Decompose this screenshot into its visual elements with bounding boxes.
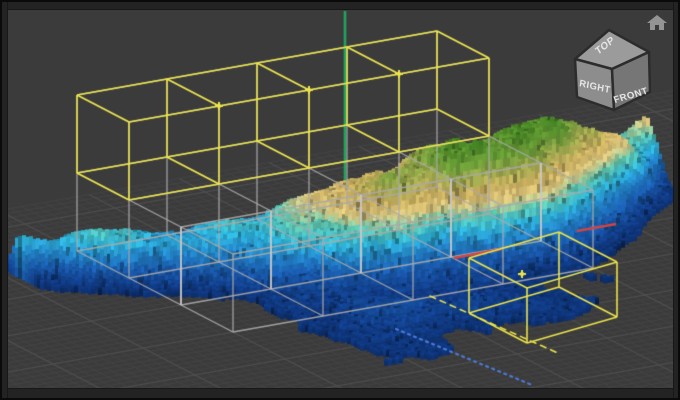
window-frame-top bbox=[2, 2, 678, 10]
window-frame-bottom bbox=[2, 388, 678, 398]
window-frame-right bbox=[673, 2, 678, 398]
window-frame-left bbox=[2, 2, 8, 398]
viewport-window: TOP RIGHT FRONT bbox=[0, 0, 680, 400]
